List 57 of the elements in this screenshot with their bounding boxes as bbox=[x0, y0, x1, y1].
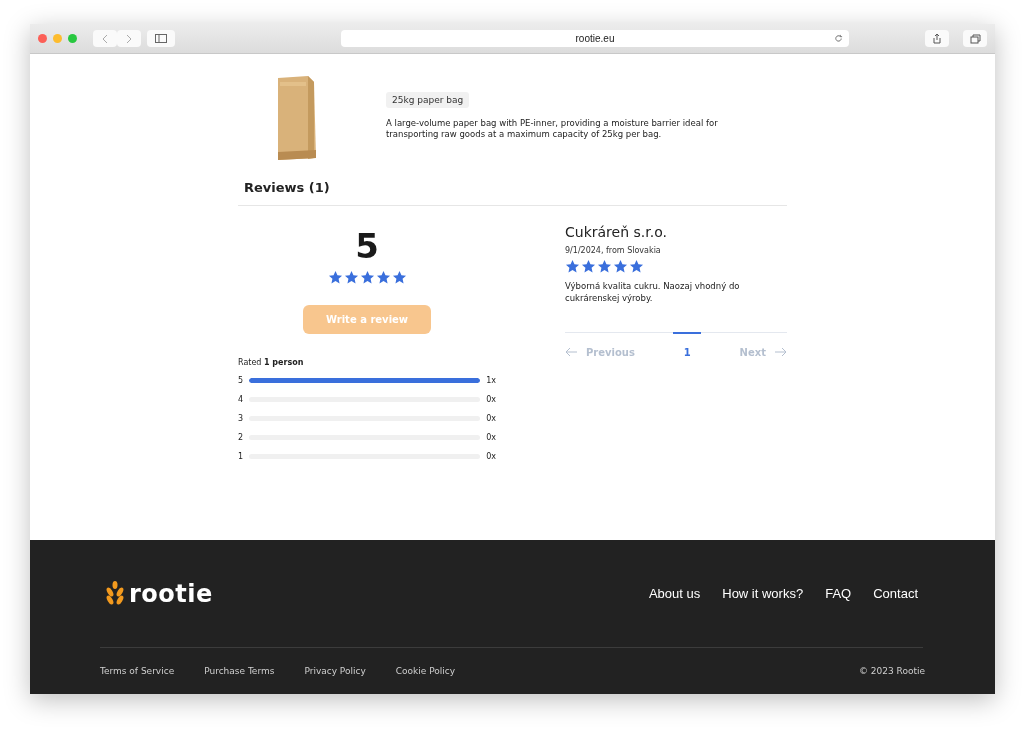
sidebar-button[interactable] bbox=[147, 30, 175, 47]
zoom-icon[interactable] bbox=[68, 34, 77, 43]
star-icon bbox=[565, 259, 580, 274]
star-icon bbox=[375, 270, 391, 285]
close-icon[interactable] bbox=[38, 34, 47, 43]
rating-count: 0x bbox=[486, 433, 496, 442]
review-text: Výborná kvalita cukru. Naozaj vhodný do cukrárenskej výroby. bbox=[565, 280, 741, 304]
chevron-right-icon bbox=[125, 33, 133, 44]
footer-nav-link[interactable]: About us bbox=[648, 586, 701, 602]
product-description: A large-volume paper bag with PE-inner, providing a moisture barrier ideal for transporting raw goods at a maximum capacity of 25kg per bag. bbox=[386, 118, 719, 140]
share-button[interactable] bbox=[925, 30, 949, 47]
arrow-left-icon bbox=[565, 347, 578, 357]
footer-nav-link[interactable]: FAQ bbox=[825, 586, 852, 602]
star-icon bbox=[629, 259, 644, 274]
legal-link[interactable]: Terms of Service bbox=[100, 666, 175, 677]
tabs-icon bbox=[969, 33, 981, 44]
star-icon bbox=[391, 270, 407, 285]
star-icon bbox=[613, 259, 628, 274]
share-icon bbox=[932, 33, 942, 44]
rating-label: 3 bbox=[238, 414, 245, 423]
reviews-heading: Reviews (1) bbox=[244, 180, 331, 195]
address-field[interactable]: rootie.eu bbox=[341, 30, 849, 47]
logo[interactable]: rootie bbox=[129, 579, 213, 608]
rated-count: Rated 1 person bbox=[238, 358, 305, 367]
rating-label: 1 bbox=[238, 452, 245, 461]
review-date: 9/1/2024, from Slovakia bbox=[565, 246, 662, 255]
average-rating: 5 bbox=[354, 226, 380, 266]
rating-label: 4 bbox=[238, 395, 245, 404]
rating-count: 0x bbox=[486, 452, 496, 461]
chevron-left-icon bbox=[101, 33, 109, 44]
legal-link[interactable]: Privacy Policy bbox=[304, 666, 366, 677]
rating-count: 0x bbox=[486, 414, 496, 423]
review-author: Cukráreň s.r.o. bbox=[565, 224, 668, 240]
legal-link[interactable]: Purchase Terms bbox=[204, 666, 275, 677]
copyright: © 2023 Rootie bbox=[858, 666, 925, 677]
product-tag: 25kg paper bag bbox=[386, 92, 470, 108]
minimize-icon[interactable] bbox=[53, 34, 62, 43]
footer-nav-link[interactable]: Contact bbox=[873, 586, 918, 602]
forward-button[interactable] bbox=[117, 30, 141, 47]
rating-count: 0x bbox=[486, 395, 496, 404]
back-button[interactable] bbox=[93, 30, 117, 47]
wheat-icon bbox=[105, 580, 125, 607]
legal-link[interactable]: Cookie Policy bbox=[395, 666, 456, 677]
star-icon bbox=[327, 270, 343, 285]
page-button[interactable]: 1 bbox=[673, 332, 702, 370]
rating-label: 5 bbox=[238, 376, 245, 385]
star-icon bbox=[597, 259, 612, 274]
star-icon bbox=[359, 270, 375, 285]
star-icon bbox=[581, 259, 596, 274]
arrow-right-icon bbox=[774, 347, 787, 357]
sidebar-icon bbox=[155, 34, 167, 43]
footer-nav-link[interactable]: How it works? bbox=[722, 586, 804, 602]
rating-count: 1x bbox=[486, 376, 496, 385]
star-icon bbox=[343, 270, 359, 285]
tabs-button[interactable] bbox=[963, 30, 987, 47]
reload-icon[interactable] bbox=[834, 34, 843, 43]
rating-label: 2 bbox=[238, 433, 245, 442]
